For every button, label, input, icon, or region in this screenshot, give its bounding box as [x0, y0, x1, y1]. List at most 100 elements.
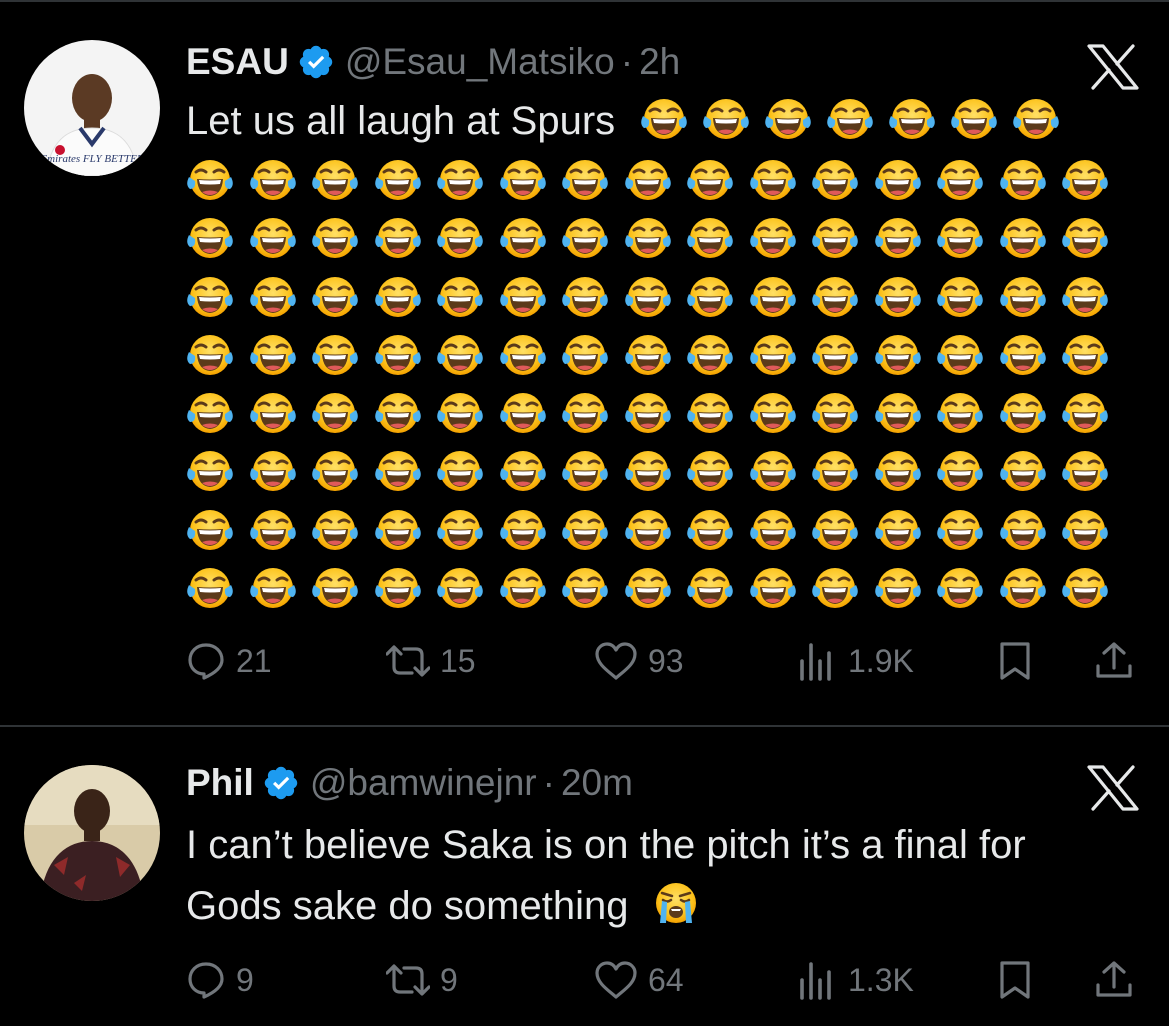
face-with-tears-of-joy-emoji — [624, 330, 672, 378]
avatar[interactable] — [24, 765, 160, 901]
face-with-tears-of-joy-emoji — [249, 155, 297, 203]
face-with-tears-of-joy-emoji — [999, 505, 1047, 553]
face-with-tears-of-joy-emoji — [749, 213, 797, 261]
face-with-tears-of-joy-emoji — [999, 272, 1047, 320]
face-with-tears-of-joy-emoji — [999, 563, 1047, 611]
username-handle[interactable]: @bamwinejnr — [310, 762, 537, 804]
face-with-tears-of-joy-emoji — [749, 446, 797, 494]
bookmark-button[interactable] — [998, 638, 1032, 684]
like-count: 64 — [648, 961, 684, 998]
face-with-tears-of-joy-emoji — [249, 213, 297, 261]
face-with-tears-of-joy-emoji — [436, 388, 484, 436]
repost-button[interactable]: 15 — [386, 638, 476, 684]
face-with-tears-of-joy-emoji — [186, 563, 234, 611]
face-with-tears-of-joy-emoji — [186, 388, 234, 436]
face-with-tears-of-joy-emoji — [374, 155, 422, 203]
face-with-tears-of-joy-emoji — [249, 505, 297, 553]
face-with-tears-of-joy-emoji — [749, 563, 797, 611]
face-with-tears-of-joy-emoji — [436, 272, 484, 320]
repost-icon — [386, 641, 430, 681]
face-with-tears-of-joy-emoji — [374, 213, 422, 261]
like-button[interactable]: 64 — [594, 957, 684, 1003]
face-with-tears-of-joy-emoji — [499, 505, 547, 553]
face-with-tears-of-joy-emoji — [499, 272, 547, 320]
face-with-tears-of-joy-emoji — [686, 388, 734, 436]
reply-icon — [186, 960, 226, 1000]
face-with-tears-of-joy-emoji — [702, 94, 750, 142]
display-name[interactable]: ESAU — [186, 41, 289, 83]
face-with-tears-of-joy-emoji — [374, 272, 422, 320]
face-with-tears-of-joy-emoji — [624, 213, 672, 261]
face-with-tears-of-joy-emoji — [874, 330, 922, 378]
timestamp[interactable]: 2h — [639, 41, 680, 83]
separator-dot: · — [620, 41, 634, 82]
face-with-tears-of-joy-emoji — [561, 446, 609, 494]
face-with-tears-of-joy-emoji — [811, 213, 859, 261]
face-with-tears-of-joy-emoji — [561, 505, 609, 553]
face-with-tears-of-joy-emoji — [826, 94, 874, 142]
tweet-esau[interactable]: Emirates FLY BETTER ESAU @Esau_Matsiko ·… — [0, 0, 1169, 730]
x-logo-icon — [1087, 765, 1139, 811]
reply-button[interactable]: 21 — [186, 638, 272, 684]
face-with-tears-of-joy-emoji — [186, 155, 234, 203]
face-with-tears-of-joy-emoji — [936, 155, 984, 203]
face-with-tears-of-joy-emoji — [888, 94, 936, 142]
face-with-tears-of-joy-emoji — [1061, 388, 1109, 436]
face-with-tears-of-joy-emoji — [749, 388, 797, 436]
share-button[interactable] — [1094, 957, 1134, 1003]
jersey-sponsor-text: Emirates FLY BETTER — [39, 153, 143, 165]
face-with-tears-of-joy-emoji — [499, 388, 547, 436]
face-with-tears-of-joy-emoji — [999, 388, 1047, 436]
reply-button[interactable]: 9 — [186, 957, 254, 1003]
face-with-tears-of-joy-emoji — [1061, 155, 1109, 203]
face-with-tears-of-joy-emoji — [499, 330, 547, 378]
timestamp[interactable]: 20m — [561, 762, 633, 804]
like-button[interactable]: 93 — [594, 638, 684, 684]
views-button[interactable]: 1.9K — [798, 638, 914, 684]
face-with-tears-of-joy-emoji — [311, 155, 359, 203]
display-name[interactable]: Phil — [186, 762, 254, 804]
face-with-tears-of-joy-emoji — [624, 388, 672, 436]
face-with-tears-of-joy-emoji — [999, 155, 1047, 203]
face-with-tears-of-joy-emoji — [561, 155, 609, 203]
tweet-actions: 9 9 64 1.3K — [186, 957, 1136, 1003]
face-with-tears-of-joy-emoji — [811, 155, 859, 203]
face-with-tears-of-joy-emoji — [811, 330, 859, 378]
face-with-tears-of-joy-emoji — [186, 330, 234, 378]
tweet-text: Let us all laugh at Spurs — [186, 91, 1139, 152]
face-with-tears-of-joy-emoji — [311, 272, 359, 320]
face-with-tears-of-joy-emoji — [374, 446, 422, 494]
face-with-tears-of-joy-emoji — [436, 155, 484, 203]
face-with-tears-of-joy-emoji — [640, 94, 688, 142]
face-with-tears-of-joy-emoji — [936, 505, 984, 553]
face-with-tears-of-joy-emoji — [764, 94, 812, 142]
face-with-tears-of-joy-emoji — [374, 505, 422, 553]
face-with-tears-of-joy-emoji — [811, 505, 859, 553]
face-with-tears-of-joy-emoji — [624, 155, 672, 203]
face-with-tears-of-joy-emoji — [950, 94, 998, 142]
x-logo-icon — [1087, 44, 1139, 90]
face-with-tears-of-joy-emoji — [561, 563, 609, 611]
views-button[interactable]: 1.3K — [798, 957, 914, 1003]
face-with-tears-of-joy-emoji — [874, 505, 922, 553]
repost-button[interactable]: 9 — [386, 957, 458, 1003]
repost-count: 15 — [440, 642, 476, 679]
face-with-tears-of-joy-emoji — [874, 446, 922, 494]
face-with-tears-of-joy-emoji — [624, 505, 672, 553]
bookmark-button[interactable] — [998, 957, 1032, 1003]
face-with-tears-of-joy-emoji — [499, 563, 547, 611]
separator-dot: · — [542, 762, 555, 803]
face-with-tears-of-joy-emoji — [186, 446, 234, 494]
reply-icon — [186, 641, 226, 681]
tweet-phil[interactable]: Phil @bamwinejnr · 20m I can’t believe S… — [0, 727, 1169, 1026]
face-with-tears-of-joy-emoji — [874, 563, 922, 611]
avatar[interactable]: Emirates FLY BETTER — [24, 40, 160, 176]
username-handle[interactable]: @Esau_Matsiko — [345, 41, 615, 83]
tweet-text: I can’t believe Saka is on the pitch it’… — [186, 815, 1139, 937]
face-with-tears-of-joy-emoji — [686, 446, 734, 494]
share-button[interactable] — [1094, 638, 1134, 684]
face-with-tears-of-joy-emoji — [936, 388, 984, 436]
heart-icon — [594, 641, 638, 681]
face-with-tears-of-joy-emoji — [749, 155, 797, 203]
face-with-tears-of-joy-emoji — [936, 213, 984, 261]
